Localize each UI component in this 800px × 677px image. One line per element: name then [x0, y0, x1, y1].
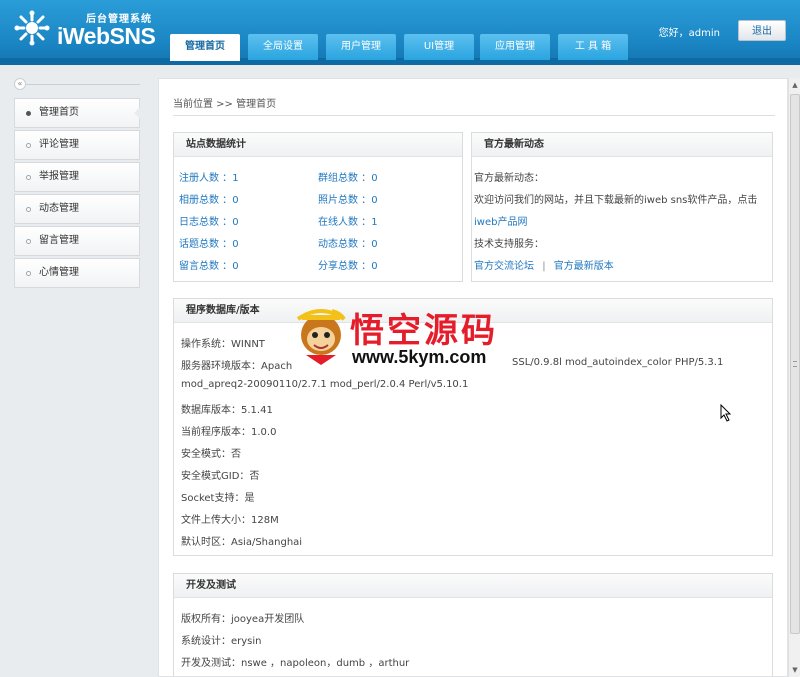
- stat-item[interactable]: 日志总数 ：0: [179, 213, 239, 228]
- stat-item[interactable]: 分享总数 ：0: [318, 257, 378, 272]
- stat-item[interactable]: 群组总数 ：0: [318, 169, 378, 184]
- designer-info: 系统设计：erysin: [181, 636, 262, 647]
- stat-item[interactable]: 相册总数 ：0: [179, 191, 239, 206]
- monkey-mascot-icon: [296, 309, 346, 365]
- sidebar-item-label: 评论管理: [39, 139, 79, 150]
- stat-item[interactable]: 动态总数 ：0: [318, 235, 378, 250]
- watermark-title: 悟空源码: [350, 311, 498, 351]
- greeting-text: 您好，admin: [658, 28, 720, 39]
- socket-info: Socket支持：是: [181, 493, 255, 504]
- tab-admin-home[interactable]: 管理首页: [170, 34, 240, 61]
- server-env-info-cont: mod_apreq2-20090110/2.7.1 mod_perl/2.0.4…: [181, 379, 469, 390]
- forum-link[interactable]: 官方交流论坛: [474, 261, 534, 272]
- timezone-info: 默认时区：Asia/Shanghai: [181, 537, 303, 548]
- stat-item[interactable]: 留言总数 ：0: [179, 257, 239, 272]
- breadcrumb: 当前位置 >> 管理首页: [173, 99, 277, 110]
- main-content: 当前位置 >> 管理首页 站点数据统计 注册人数 ：1 群组总数 ：0 相册总数…: [158, 78, 788, 677]
- scroll-down-arrow-icon[interactable]: ▼: [789, 663, 800, 677]
- tab-toolbox[interactable]: 工 具 箱: [558, 34, 628, 60]
- bullet-icon: [26, 111, 31, 116]
- panel-title: 官方最新动态: [472, 133, 772, 157]
- logo: 后台管理系统 iWebSNS: [14, 9, 156, 51]
- bullet-icon: [26, 239, 31, 244]
- header-bar: 后台管理系统 iWebSNS 管理首页 全局设置 用户管理 UI管理 应用管理 …: [0, 0, 800, 65]
- logo-mark-icon: [14, 10, 50, 46]
- latest-version-link[interactable]: 官方最新版本: [554, 261, 614, 272]
- db-version-info: 数据库版本：5.1.41: [181, 405, 273, 416]
- developers-info: 开发及测试：nswe ，napoleon，dumb ，arthur: [181, 658, 410, 669]
- safe-mode-gid-info: 安全模式GID：否: [181, 471, 260, 482]
- server-env-info-tail: SSL/0.9.8l mod_autoindex_color PHP/5.3.1: [512, 357, 724, 368]
- sidebar-item-feeds[interactable]: 动态管理: [14, 194, 140, 224]
- sidebar-item-label: 举报管理: [39, 171, 79, 182]
- support-links: 官方交流论坛 | 官方最新版本: [474, 257, 614, 272]
- copyright-info: 版权所有：jooyea开发团队: [181, 614, 305, 625]
- sidebar-item-label: 心情管理: [39, 267, 79, 278]
- link-separator: |: [542, 261, 546, 272]
- sidebar-item-label: 留言管理: [39, 235, 79, 246]
- sidebar-collapse: «: [14, 78, 140, 90]
- stat-item[interactable]: 注册人数 ：1: [179, 169, 239, 184]
- product-site-link[interactable]: iweb产品网: [474, 213, 527, 228]
- mouse-cursor-icon: [720, 404, 732, 422]
- dev-test-panel: 开发及测试 版权所有：jooyea开发团队 系统设计：erysin 开发及测试：…: [173, 573, 773, 676]
- sidebar-item-moods[interactable]: 心情管理: [14, 258, 140, 288]
- scroll-up-arrow-icon[interactable]: ▲: [789, 78, 800, 92]
- news-welcome-text: 欢迎访问我们的网站，并且下载最新的iweb sns软件产品，点击: [474, 195, 758, 206]
- support-label: 技术支持服务：: [474, 239, 544, 250]
- tab-ui-management[interactable]: UI管理: [404, 34, 474, 60]
- site-stats-panel: 站点数据统计 注册人数 ：1 群组总数 ：0 相册总数 ：0 照片总数 ：0 日…: [173, 132, 463, 282]
- panel-title: 开发及测试: [174, 574, 772, 598]
- scroll-thumb[interactable]: [790, 94, 800, 634]
- os-info: 操作系统：WINNT: [181, 339, 265, 350]
- stat-item[interactable]: 话题总数 ：0: [179, 235, 239, 250]
- program-version-info: 当前程序版本：1.0.0: [181, 427, 277, 438]
- watermark-url: www.5kym.com: [352, 347, 487, 367]
- tab-global-settings[interactable]: 全局设置: [248, 34, 318, 60]
- vertical-scrollbar[interactable]: ▲ ▼: [788, 78, 800, 677]
- sidebar-item-comments[interactable]: 评论管理: [14, 130, 140, 160]
- bullet-icon: [26, 271, 31, 276]
- stat-item[interactable]: 照片总数 ：0: [318, 191, 378, 206]
- safe-mode-info: 安全模式：否: [181, 449, 241, 460]
- sidebar-item-messages[interactable]: 留言管理: [14, 226, 140, 256]
- news-label: 官方最新动态：: [474, 173, 544, 184]
- tab-user-management[interactable]: 用户管理: [326, 34, 396, 60]
- bullet-icon: [26, 175, 31, 180]
- sidebar-item-admin-home[interactable]: 管理首页: [14, 98, 140, 128]
- sidebar-item-label: 动态管理: [39, 203, 79, 214]
- upload-size-info: 文件上传大小：128M: [181, 515, 279, 526]
- brand-name: iWebSNS: [57, 23, 156, 49]
- divider: [26, 84, 140, 85]
- watermark: 悟空源码 www.5kym.com: [292, 303, 514, 375]
- collapse-sidebar-button[interactable]: «: [14, 78, 26, 90]
- panel-title: 站点数据统计: [174, 133, 462, 157]
- sidebar-item-reports[interactable]: 举报管理: [14, 162, 140, 192]
- sidebar-item-label: 管理首页: [39, 107, 79, 118]
- logout-button[interactable]: 退出: [738, 20, 786, 41]
- tab-app-management[interactable]: 应用管理: [480, 34, 550, 60]
- bullet-icon: [26, 143, 31, 148]
- bullet-icon: [26, 207, 31, 212]
- header-bottom-bar: [0, 58, 800, 65]
- divider: [173, 115, 775, 116]
- stat-item[interactable]: 在线人数 ：1: [318, 213, 378, 228]
- server-env-info: 服务器环境版本：Apach: [181, 361, 293, 372]
- grip-icon: [793, 361, 797, 367]
- official-news-panel: 官方最新动态 官方最新动态： 欢迎访问我们的网站，并且下载最新的iweb sns…: [471, 132, 773, 282]
